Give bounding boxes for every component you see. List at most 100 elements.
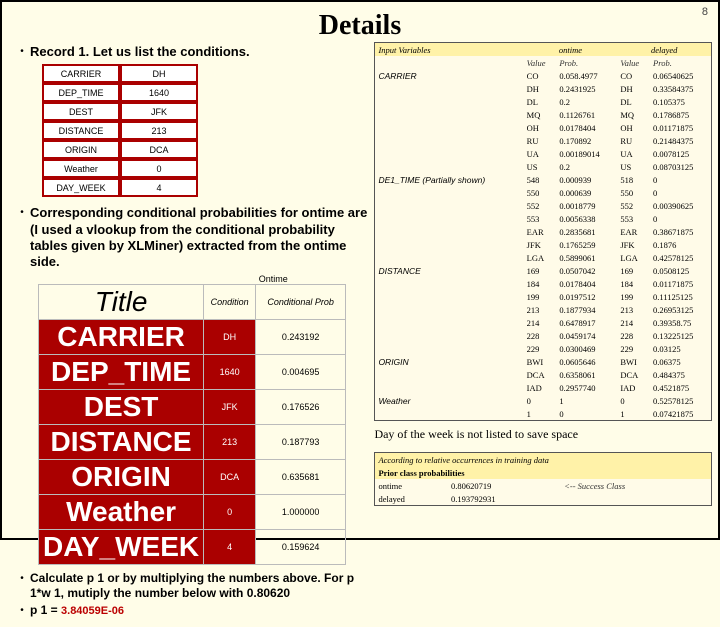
pt-prob: 1.000000 (256, 495, 346, 530)
bullet-dot: • (14, 573, 30, 601)
page-number: 8 (702, 6, 708, 18)
pt-title: DAY_WEEK (39, 530, 204, 565)
cond-label: ORIGIN (42, 140, 120, 159)
data-row: 5530.00563385530 (375, 212, 711, 225)
bullet-3: • Calculate p 1 or by multiplying the nu… (14, 571, 368, 601)
pt-title: DISTANCE (39, 425, 204, 460)
data-row: IAD0.2957740IAD0.4521875 (375, 381, 711, 394)
cond-label: DISTANCE (42, 121, 120, 140)
pt-cond: 1640 (204, 355, 256, 390)
prior-class: delayed (375, 492, 448, 505)
data-row: 1010.07421875 (375, 407, 711, 420)
prior-row: ontime0.80620719<-- Success Class (375, 479, 711, 492)
cond-value: JFK (120, 102, 198, 121)
iv-hdr: Input Variables (375, 43, 523, 56)
th-cond: Condition (204, 285, 256, 320)
data-row: UA0.00189014UA0.0078125 (375, 147, 711, 160)
prior-label: Prior class probabilities (375, 466, 711, 479)
data-row: MQ0.1126761MQ0.1786875 (375, 108, 711, 121)
data-row: 1990.01975121990.11125125 (375, 290, 711, 303)
prior-header: According to relative occurrences in tra… (375, 453, 711, 466)
page-title: Details (2, 10, 718, 42)
data-row: 5500.0006395500 (375, 186, 711, 199)
cond-value: 4 (120, 178, 198, 197)
data-row: 2130.18779342130.26953125 (375, 303, 711, 316)
data-row: CARRIERCO0.058.4977CO0.06540625 (375, 69, 711, 82)
prior-class: ontime (375, 479, 448, 492)
data-row: JFK0.1765259JFK0.1876 (375, 238, 711, 251)
pt-cond: JFK (204, 390, 256, 425)
bullet-4: • p 1 = 3.84059E-06 (14, 603, 368, 619)
bullet-1-text: Record 1. Let us list the conditions. (30, 44, 368, 60)
data-row: 5520.00187795520.00390625 (375, 199, 711, 212)
bullet-dot: • (14, 207, 30, 270)
pt-cond: 213 (204, 425, 256, 460)
pt-cond: DCA (204, 460, 256, 495)
content: • Record 1. Let us list the conditions. … (2, 42, 718, 627)
pt-cond: 0 (204, 495, 256, 530)
bullet-dot: • (14, 605, 30, 619)
left-column: • Record 1. Let us list the conditions. … (14, 42, 368, 621)
bullet-3-text: Calculate p 1 or by multiplying the numb… (30, 571, 368, 601)
pt-title: Weather (39, 495, 204, 530)
p1-prefix: p 1 = (30, 603, 61, 617)
day-note: Day of the week is not listed to save sp… (374, 427, 712, 442)
data-row: RU0.170892RU0.21484375 (375, 134, 711, 147)
cond-value: 0 (120, 159, 198, 178)
cond-value: DH (120, 64, 198, 83)
data-row: DH0.2431925DH0.33584375 (375, 82, 711, 95)
cond-value: 1640 (120, 83, 198, 102)
prior-row: delayed0.193792931 (375, 492, 711, 505)
data-row: US0.2US0.08703125 (375, 160, 711, 173)
cond-label: DEP_TIME (42, 83, 120, 102)
bullet-2: • Corresponding conditional probabilitie… (14, 205, 368, 270)
prior-box: According to relative occurrences in tra… (374, 452, 712, 506)
cond-value: DCA (120, 140, 198, 159)
cond-value: 213 (120, 121, 198, 140)
p1-value: 3.84059E-06 (61, 605, 124, 617)
data-row: OH0.0178404OH0.01171875 (375, 121, 711, 134)
success-note: <-- Success Class (561, 479, 711, 492)
pt-cond: 4 (204, 530, 256, 565)
data-row: LGA0.5899061LGA0.42578125 (375, 251, 711, 264)
prior-prob: 0.80620719 (448, 479, 561, 492)
pt-prob: 0.243192 (256, 320, 346, 355)
data-row: 2290.03004692290.03125 (375, 342, 711, 355)
prior-prob: 0.193792931 (448, 492, 561, 505)
pt-prob: 0.004695 (256, 355, 346, 390)
pt-cond: DH (204, 320, 256, 355)
conditions-table: CARRIERDHDEP_TIME1640DESTJFKDISTANCE213O… (42, 64, 198, 197)
right-column: Input VariablesontimedelayedValueProb.Va… (374, 42, 712, 621)
bullet-1: • Record 1. Let us list the conditions. (14, 44, 368, 60)
data-row: 2280.04591742280.13225125 (375, 329, 711, 342)
pt-title: ORIGIN (39, 460, 204, 495)
input-variables-box: Input VariablesontimedelayedValueProb.Va… (374, 42, 712, 421)
cond-label: DAY_WEEK (42, 178, 120, 197)
prior-table: According to relative occurrences in tra… (375, 453, 711, 505)
bullet-dot: • (14, 46, 30, 60)
cond-label: CARRIER (42, 64, 120, 83)
cond-label: Weather (42, 159, 120, 178)
data-row: Weather0100.52578125 (375, 394, 711, 407)
cond-label: DEST (42, 102, 120, 121)
data-row: 2140.64789172140.39358.75 (375, 316, 711, 329)
data-row: ORIGINBWI0.0605646BWI0.06375 (375, 355, 711, 368)
pt-prob: 0.635681 (256, 460, 346, 495)
data-row: EAR0.2835681EAR0.38671875 (375, 225, 711, 238)
data-row: DL0.2DL0.105375 (375, 95, 711, 108)
th-prob: Conditional Prob (256, 285, 346, 320)
pt-title: DEST (39, 390, 204, 425)
pt-prob: 0.187793 (256, 425, 346, 460)
input-variables-table: Input VariablesontimedelayedValueProb.Va… (375, 43, 711, 420)
pt-title: DEP_TIME (39, 355, 204, 390)
pt-prob: 0.176526 (256, 390, 346, 425)
ontime-label: Ontime (178, 274, 368, 284)
bullet-2-text: Corresponding conditional probabilities … (30, 205, 368, 270)
th-title: Title (39, 285, 204, 320)
data-row: DE1_TIME (Partially shown)5480.000939518… (375, 173, 711, 186)
data-row: DCA0.6358061DCA0.484375 (375, 368, 711, 381)
data-row: DISTANCE1690.05070421690.0508125 (375, 264, 711, 277)
pt-title: CARRIER (39, 320, 204, 355)
prob-wrap: Ontime TitleConditionConditional Prob CAR… (38, 274, 368, 565)
data-row: 1840.01784041840.01171875 (375, 277, 711, 290)
